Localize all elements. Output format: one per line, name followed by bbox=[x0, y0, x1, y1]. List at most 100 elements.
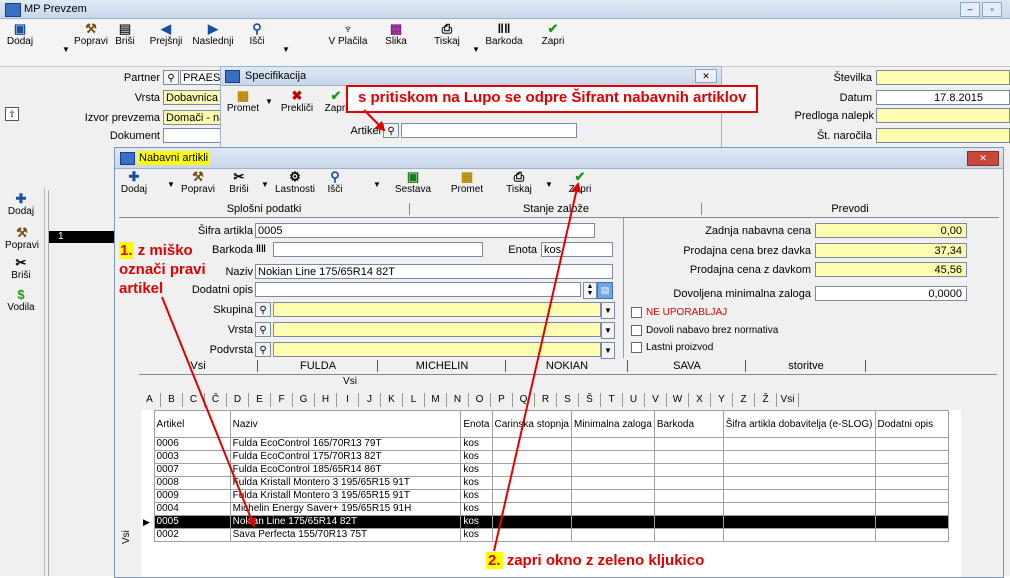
stevilka-input[interactable] bbox=[876, 70, 1010, 85]
spec-artikel-input[interactable] bbox=[401, 123, 577, 138]
col-dodatni-opis[interactable]: Dodatni opis bbox=[874, 410, 950, 438]
letter-tab[interactable]: P bbox=[491, 393, 513, 407]
checkbox-own-product[interactable]: Lastni proizvod bbox=[631, 342, 713, 353]
dialog-search-button[interactable]: ⚲ Išči bbox=[321, 170, 349, 196]
window-controls[interactable]: – ▫ bbox=[960, 2, 1008, 17]
letter-tab[interactable]: S bbox=[557, 393, 579, 407]
checkbox-not-used[interactable]: NE UPORABLJAJ bbox=[631, 307, 727, 318]
letter-tab[interactable]: L bbox=[403, 393, 425, 407]
main-next-button[interactable]: ▶ Naslednji bbox=[190, 22, 236, 48]
col-barkoda[interactable]: Barkoda bbox=[653, 410, 724, 438]
table-row[interactable]: 0009 Fulda Kristall Montero 3 195/65R15 9… bbox=[141, 489, 950, 503]
letter-tab[interactable]: J bbox=[359, 393, 381, 407]
podvrsta-select[interactable] bbox=[273, 342, 601, 357]
dialog-composition-button[interactable]: ▣ Sestava bbox=[393, 170, 433, 196]
skupina-search-icon[interactable]: ⚲ bbox=[255, 302, 271, 317]
side-tab-vsi[interactable]: Vsi bbox=[121, 524, 135, 550]
col-minimalna[interactable]: Minimalna zaloga bbox=[570, 410, 655, 438]
tab-brand-vsi[interactable]: Vsi bbox=[139, 360, 258, 372]
nabavna-input[interactable]: 0,00 bbox=[815, 223, 967, 238]
letter-tab[interactable]: T bbox=[601, 393, 623, 407]
lookup-icon[interactable]: ▤ bbox=[597, 282, 613, 299]
partner-search-icon[interactable]: ⚲ bbox=[163, 70, 179, 85]
dialog-delete-button[interactable]: ✂ Briši bbox=[225, 170, 253, 196]
letter-tab[interactable]: A bbox=[139, 393, 161, 407]
sub-tab-vsi[interactable]: Vsi bbox=[275, 376, 425, 387]
main-close-button[interactable]: ✔ Zapri bbox=[538, 22, 568, 48]
naziv-input[interactable]: Nokian Line 175/65R14 82T bbox=[255, 264, 613, 279]
table-row[interactable]: 0003 Fulda EcoControl 175/70R13 82T kos bbox=[141, 450, 950, 464]
enota-input[interactable]: kos bbox=[541, 242, 613, 257]
zaloga-input[interactable]: 0,0000 bbox=[815, 286, 967, 301]
datum-input[interactable]: 17.8.2015 bbox=[876, 90, 1010, 105]
letter-tab[interactable]: Š bbox=[579, 393, 601, 407]
spec-promet-button[interactable]: ▦ Promet bbox=[225, 89, 261, 115]
main-delete-button[interactable]: ▤ Briši bbox=[112, 22, 138, 48]
table-row[interactable]: 0008 Fulda Kristall Montero 3 195/65R15 9… bbox=[141, 476, 950, 490]
narocila-input[interactable] bbox=[876, 128, 1010, 143]
main-print-button[interactable]: ⎙ Tiskaj bbox=[432, 22, 462, 48]
table-row[interactable]: 0006 Fulda EcoControl 165/70R13 79T kos bbox=[141, 437, 950, 451]
main-picture-button[interactable]: ▩ Slika bbox=[382, 22, 410, 48]
chevron-down-icon[interactable]: ▼ bbox=[601, 342, 615, 359]
main-barcode-button[interactable]: ‖‖ Barkoda bbox=[484, 22, 524, 48]
tab-brand-sava[interactable]: SAVA bbox=[629, 360, 746, 372]
sifra-input[interactable]: 0005 bbox=[255, 223, 595, 238]
artikel-search-icon[interactable]: ⚲ bbox=[383, 123, 399, 138]
letter-tab[interactable]: U bbox=[623, 393, 645, 407]
dialog-properties-button[interactable]: ⚙ Lastnosti bbox=[273, 170, 317, 196]
table-row[interactable]: 0004 Michelin Energy Saver+ 195/65R15 91H… bbox=[141, 502, 950, 516]
chevron-down-icon[interactable]: ▼ bbox=[265, 97, 273, 106]
dialog-promet-button[interactable]: ▦ Promet bbox=[447, 170, 487, 196]
upload-icon[interactable]: ⇧ bbox=[5, 107, 19, 121]
predloga-input[interactable] bbox=[876, 108, 1010, 123]
dodatni-opis-input[interactable] bbox=[255, 282, 581, 297]
main-edit-button[interactable]: ⚒ Popravi bbox=[74, 22, 108, 48]
letter-tab[interactable]: O bbox=[469, 393, 491, 407]
vrsta-search-icon[interactable]: ⚲ bbox=[255, 322, 271, 337]
letter-tab[interactable]: C bbox=[183, 393, 205, 407]
letter-tab[interactable]: V bbox=[645, 393, 667, 407]
letter-tab[interactable]: I bbox=[337, 393, 359, 407]
letter-tab[interactable]: Vsi bbox=[777, 393, 799, 407]
checkbox-icon[interactable] bbox=[631, 307, 642, 318]
main-search-button[interactable]: ⚲ Išči bbox=[244, 22, 270, 48]
tab-stock[interactable]: Stanje založe bbox=[411, 203, 702, 215]
dialog-add-button[interactable]: ✚ Dodaj bbox=[119, 170, 149, 196]
tab-brand-fulda[interactable]: FULDA bbox=[259, 360, 378, 372]
checkbox-icon[interactable] bbox=[631, 342, 642, 353]
letter-tab[interactable]: R bbox=[535, 393, 557, 407]
main-add-button[interactable]: ▣ Dodaj bbox=[4, 22, 36, 48]
main-payments-button[interactable]: ♆ V Plačila bbox=[326, 22, 370, 48]
letter-tab[interactable]: Y bbox=[711, 393, 733, 407]
letter-tab[interactable]: D bbox=[227, 393, 249, 407]
checkbox-allow-purchase[interactable]: Dovoli nabavo brez normativa bbox=[631, 325, 778, 336]
dokument-input[interactable] bbox=[163, 128, 223, 143]
close-icon[interactable]: ✕ bbox=[695, 69, 717, 83]
tab-brand-nokian[interactable]: NOKIAN bbox=[507, 360, 628, 372]
side-add-button[interactable]: ✚ Dodaj bbox=[2, 192, 40, 218]
skupina-select[interactable] bbox=[273, 302, 601, 317]
letter-tab[interactable]: N bbox=[447, 393, 469, 407]
podvrsta-search-icon[interactable]: ⚲ bbox=[255, 342, 271, 357]
side-delete-button[interactable]: ✂ Briši bbox=[2, 256, 40, 282]
letter-tab[interactable]: Č bbox=[205, 393, 227, 407]
chevron-down-icon[interactable]: ▼ bbox=[62, 45, 70, 54]
chevron-down-icon[interactable]: ▼ bbox=[472, 45, 480, 54]
spec-cancel-button[interactable]: ✖ Prekliči bbox=[277, 89, 317, 115]
chevron-down-icon[interactable]: ▼ bbox=[601, 302, 615, 319]
letter-tab[interactable]: H bbox=[315, 393, 337, 407]
letter-tab[interactable]: E bbox=[249, 393, 271, 407]
dialog-print-button[interactable]: ⎙ Tiskaj bbox=[503, 170, 535, 196]
chevron-down-icon[interactable]: ▼ bbox=[167, 180, 175, 189]
table-row[interactable]: 0002 Sava Perfecta 155/70R13 75T kos bbox=[141, 528, 950, 542]
spin-icon[interactable]: ▲ ▼ bbox=[583, 282, 597, 299]
izvor-input[interactable]: Domači - na bbox=[163, 110, 223, 125]
chevron-down-icon[interactable]: ▼ bbox=[601, 322, 615, 339]
prodajna-input[interactable]: 37,34 bbox=[815, 243, 967, 258]
close-icon[interactable]: ✕ bbox=[967, 151, 999, 166]
main-prev-button[interactable]: ◀ Prejšnji bbox=[146, 22, 186, 48]
col-artikel[interactable]: Artikel bbox=[153, 410, 231, 438]
table-row[interactable]: 0007 Fulda EcoControl 185/65R14 86T kos bbox=[141, 463, 950, 477]
letter-tab[interactable]: M bbox=[425, 393, 447, 407]
